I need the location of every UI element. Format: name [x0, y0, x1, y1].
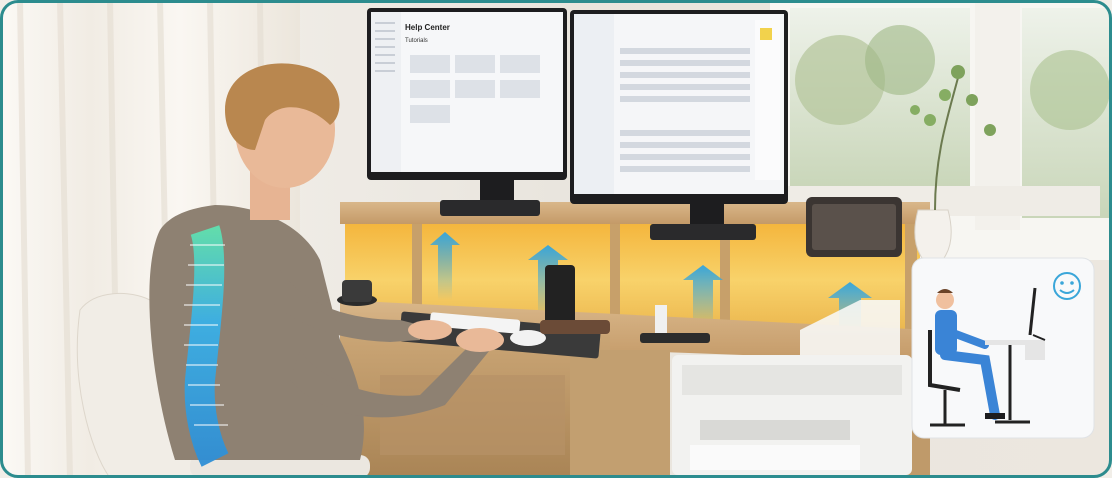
monitor-left-title: Help Center [405, 23, 450, 32]
smiley-face-icon: smiley-face-icon [1055, 274, 1079, 298]
monitor-left-subtitle: Tutorials [405, 38, 428, 44]
product-photo: Help Center Tutorials [0, 0, 1112, 478]
marshall-speaker [806, 197, 902, 257]
